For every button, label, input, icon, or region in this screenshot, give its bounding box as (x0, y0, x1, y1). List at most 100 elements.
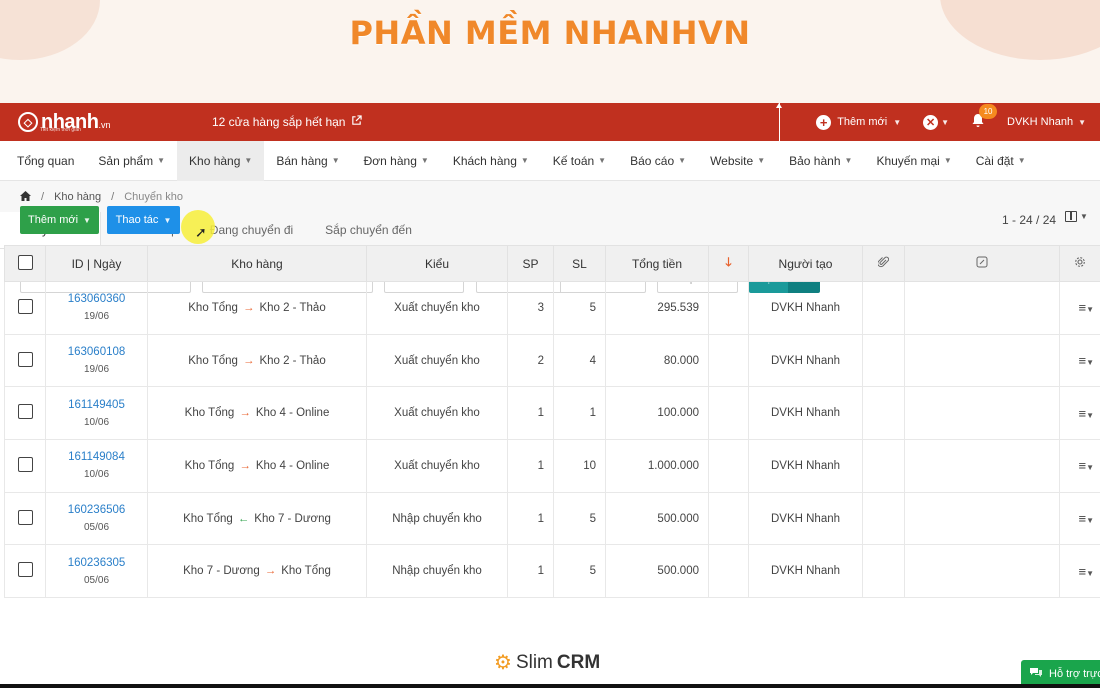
column-toggle-button[interactable]: ▼ (1065, 211, 1088, 222)
video-bottom-bar (0, 684, 1100, 688)
row-menu-button[interactable]: ≡▼ (1059, 333, 1100, 388)
col-header-creator[interactable]: Người tạo (748, 245, 863, 282)
col-header-sl[interactable]: SL (553, 245, 606, 282)
chevron-down-icon: ▼ (893, 117, 902, 127)
nav-label: Báo cáo (630, 153, 675, 168)
row-checkbox[interactable] (4, 491, 46, 546)
logo-mark-icon: ◇ (18, 112, 38, 132)
nav-item-reports[interactable]: Báo cáo ▼ (618, 141, 698, 181)
nav-item-accounting[interactable]: Kế toán ▼ (541, 141, 618, 181)
close-menu-button[interactable]: ✕ ▼ (923, 114, 949, 130)
table-row[interactable]: 163060108 19/06 Kho Tổng → Kho 2 - Thảo Xuấ… (4, 333, 1100, 388)
breadcrumb-separator: / (111, 191, 115, 203)
arrow-right-icon: → (242, 354, 255, 367)
transfer-id-link[interactable]: 161149084 (46, 451, 147, 463)
transfer-id-link[interactable]: 160236506 (46, 504, 147, 516)
row-empty-cell (708, 439, 749, 493)
table-row[interactable]: 160236305 05/06 Kho 7 - Dương → Kho Tổng Nh… (4, 544, 1100, 599)
row-checkbox[interactable] (4, 281, 46, 335)
nav-item-customers[interactable]: Khách hàng ▼ (441, 141, 541, 181)
nav-item-products[interactable]: Sản phẩm ▼ (86, 141, 177, 181)
row-empty-cell (862, 333, 905, 388)
row-total: 100.000 (605, 386, 709, 441)
row-sl: 5 (553, 281, 606, 335)
table-row[interactable]: 160236506 05/06 Kho Tổng ← Kho 7 - Dương Nh… (4, 491, 1100, 546)
row-creator: DVKH Nhanh (748, 544, 863, 599)
add-new-button[interactable]: Thêm mới ▼ (20, 206, 99, 234)
chevron-down-icon: ▼ (943, 156, 952, 165)
col-header-store[interactable]: Kho hàng (147, 245, 367, 282)
table-row[interactable]: 161149405 10/06 Kho Tổng → Kho 4 - Online X… (4, 386, 1100, 441)
col-header-total[interactable]: Tổng tiền (605, 245, 709, 282)
breadcrumb-parent[interactable]: Kho hàng (54, 191, 101, 203)
transfer-id-link[interactable]: 163060108 (46, 346, 147, 358)
transfer-date: 05/06 (83, 574, 110, 586)
row-checkbox[interactable] (4, 386, 46, 441)
home-icon[interactable] (20, 190, 31, 204)
nav-item-website[interactable]: Website ▼ (698, 141, 777, 181)
row-menu-button[interactable]: ≡▼ (1059, 281, 1100, 335)
transfer-id-link[interactable]: 163060360 (46, 293, 147, 305)
row-sp: 2 (507, 333, 554, 388)
row-menu-button[interactable]: ≡▼ (1059, 386, 1100, 441)
operations-button[interactable]: Thao tác ▼ (107, 206, 180, 234)
chat-bubble-icon (1029, 667, 1043, 681)
sort-desc-icon[interactable]: 🡓 (708, 245, 749, 282)
add-new-label: Thêm mới (28, 214, 79, 226)
operations-label: Thao tác (115, 214, 159, 226)
nav-label: Bảo hành (789, 153, 841, 168)
to-store: Kho 4 - Online (255, 459, 330, 472)
logo[interactable]: ◇ nhanh .vn Tiết kiệm thời gian (18, 111, 198, 134)
row-total: 500.000 (605, 491, 709, 546)
nav-item-overview[interactable]: Tổng quan (0, 141, 86, 181)
to-store: Kho 4 - Online (255, 407, 330, 420)
user-menu[interactable]: DVKH Nhanh ▼ (1007, 116, 1086, 128)
col-header-id-date[interactable]: ID | Ngày (45, 245, 148, 282)
select-all-checkbox[interactable] (4, 245, 46, 282)
table-row[interactable]: 161149084 10/06 Kho Tổng → Kho 4 - Online X… (4, 439, 1100, 493)
arrow-right-icon: → (239, 459, 251, 472)
chevron-down-icon: ▼ (420, 156, 429, 165)
row-store-cell: Kho Tổng → Kho 4 - Online (147, 439, 367, 493)
hamburger-icon: ≡ (1078, 300, 1087, 316)
transfer-date: 10/06 (83, 469, 110, 481)
row-sl: 5 (553, 544, 606, 599)
row-creator: DVKH Nhanh (748, 386, 863, 441)
row-empty-cell (904, 491, 1060, 546)
watermark-crm: CRM (556, 651, 601, 673)
nav-item-warranty[interactable]: Bảo hành ▼ (777, 141, 864, 181)
hamburger-icon: ≡ (1078, 511, 1087, 527)
nav-item-settings[interactable]: Cài đặt ▼ (964, 141, 1038, 181)
top-add-new-button[interactable]: + Thêm mới ▼ (816, 114, 902, 130)
settings-gear-icon[interactable] (1059, 245, 1100, 282)
notification-badge: 10 (979, 103, 998, 119)
nav-item-orders[interactable]: Đơn hàng ▼ (352, 141, 441, 181)
nav-item-sales[interactable]: Bán hàng ▼ (264, 141, 351, 181)
row-empty-cell (904, 386, 1060, 441)
chevron-down-icon: ▼ (1080, 212, 1088, 221)
row-id-cell: 161149405 10/06 (45, 386, 148, 441)
notification-button[interactable]: 10 (971, 103, 998, 132)
store-expiry-alert[interactable]: 12 cửa hàng sắp hết hạn (212, 115, 363, 129)
transfer-id-link[interactable]: 160236305 (46, 557, 147, 569)
row-type: Xuất chuyển kho (366, 281, 508, 335)
row-checkbox[interactable] (4, 439, 46, 493)
row-checkbox[interactable] (4, 544, 46, 599)
nav-item-promotions[interactable]: Khuyến mại ▼ (864, 141, 963, 181)
col-header-type[interactable]: Kiểu (366, 245, 508, 282)
row-checkbox[interactable] (4, 333, 46, 388)
store-expiry-alert-label: 12 cửa hàng sắp hết hạn (212, 115, 346, 129)
row-total: 1.000.000 (605, 439, 709, 493)
row-empty-cell (862, 281, 905, 335)
row-menu-button[interactable]: ≡▼ (1059, 544, 1100, 599)
nav-item-warehouse[interactable]: Kho hàng ▼ (177, 140, 265, 181)
row-store-cell: Kho 7 - Dương → Kho Tổng (147, 544, 367, 599)
col-header-sp[interactable]: SP (507, 245, 554, 282)
table-row[interactable]: 163060360 19/06 Kho Tổng → Kho 2 - Thảo Xuấ… (4, 281, 1100, 335)
row-menu-button[interactable]: ≡▼ (1059, 491, 1100, 546)
row-menu-button[interactable]: ≡▼ (1059, 439, 1100, 493)
nav-label: Khách hàng (452, 153, 517, 168)
row-type: Nhập chuyển kho (366, 544, 508, 599)
table-header-row: ID | Ngày Kho hàng Kiểu SP SL Tổng tiền … (4, 245, 1100, 282)
transfer-id-link[interactable]: 161149405 (46, 399, 147, 411)
